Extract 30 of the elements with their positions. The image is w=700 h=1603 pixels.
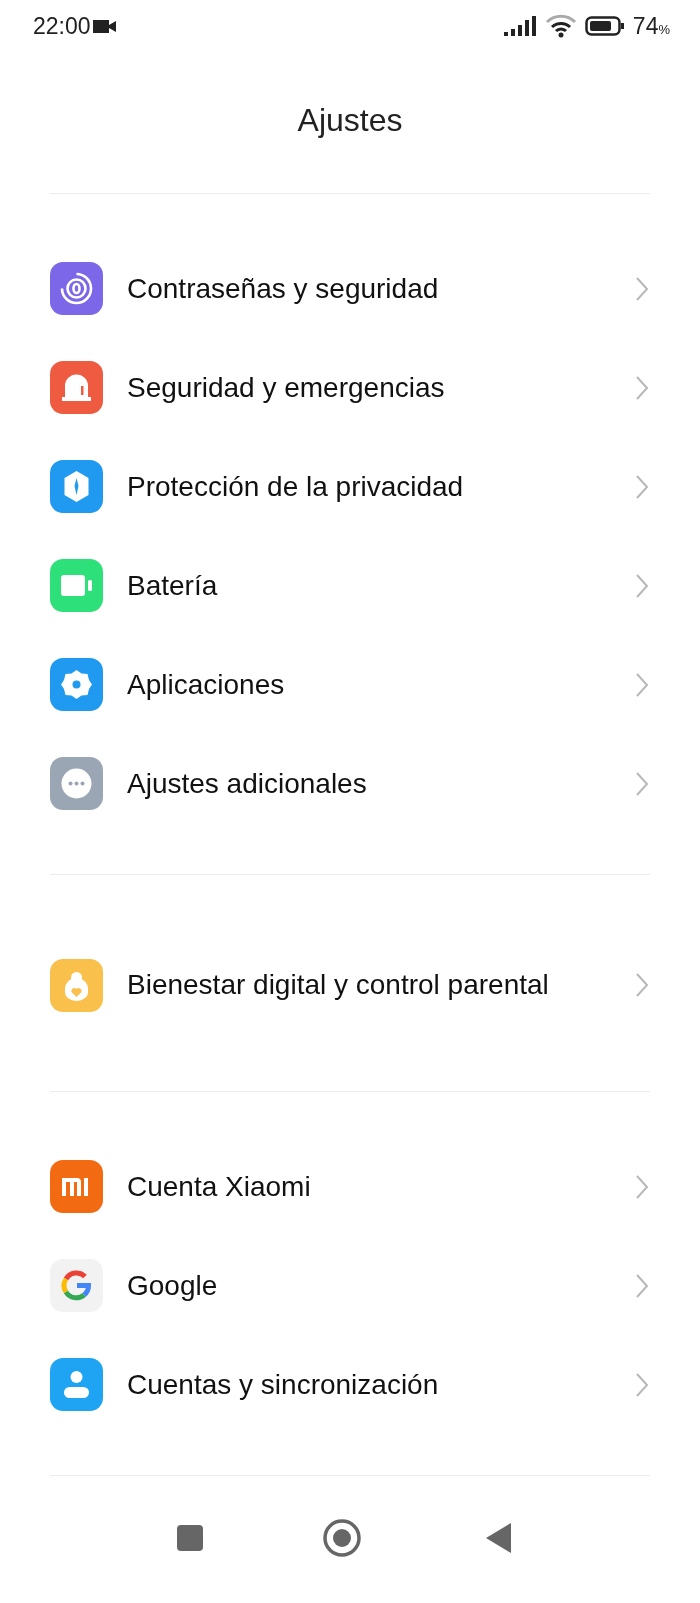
shield-icon	[50, 460, 103, 513]
video-camera-icon	[92, 18, 117, 34]
settings-item[interactable]: Bienestar digital y control parental	[0, 920, 700, 1050]
clock-time: 22:00	[33, 11, 91, 41]
wifi-icon	[544, 14, 577, 38]
battery-percentage: 74%	[632, 11, 670, 41]
fingerprint-icon	[50, 262, 103, 315]
settings-item[interactable]: Batería	[0, 536, 700, 635]
settings-item[interactable]: Ajustes adicionales	[0, 734, 700, 833]
battery-icon	[50, 559, 103, 612]
home-button[interactable]	[322, 1518, 362, 1558]
siren-icon	[50, 361, 103, 414]
gear-icon	[50, 658, 103, 711]
settings-item[interactable]: Cuentas y sincronización	[0, 1335, 700, 1434]
logo-icon	[50, 1160, 103, 1213]
page-title: Ajustes	[297, 100, 403, 140]
more-icon	[50, 757, 103, 810]
settings-item[interactable]: Protección de la privacidad	[0, 437, 700, 536]
recent-apps-button[interactable]	[176, 1524, 204, 1552]
back-button[interactable]	[484, 1522, 512, 1554]
settings-item[interactable]: Cuenta Xiaomi	[0, 1137, 700, 1236]
google-g-icon	[50, 1259, 103, 1312]
chevron-right-icon	[634, 971, 650, 999]
battery-icon	[584, 15, 625, 37]
signal-icon	[502, 15, 537, 37]
settings-item[interactable]: Seguridad y emergencias	[0, 338, 700, 437]
settings-item[interactable]: Google	[0, 1236, 700, 1335]
settings-item[interactable]: Aplicaciones	[0, 635, 700, 734]
person-icon	[50, 1358, 103, 1411]
settings-item[interactable]: Contraseñas y seguridad	[0, 239, 700, 338]
